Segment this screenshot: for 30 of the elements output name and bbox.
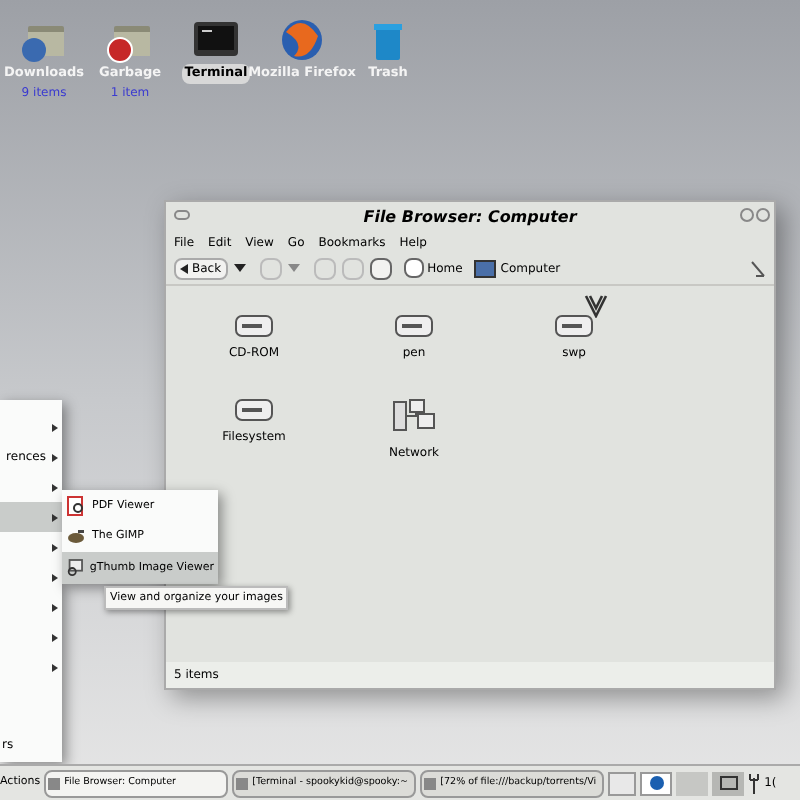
submenu-arrow-icon — [52, 663, 58, 671]
forward-button[interactable] — [259, 257, 282, 279]
left-arrow-icon — [180, 263, 188, 273]
computer-icon — [474, 259, 497, 277]
window-controls-icon[interactable] — [740, 208, 770, 222]
submenu-arrow-icon — [52, 453, 58, 461]
plug-icon — [748, 773, 761, 793]
dropdown-icon[interactable] — [233, 264, 246, 272]
window-icon — [48, 777, 61, 789]
image-viewer-icon — [66, 557, 84, 578]
drive-icon — [234, 398, 274, 422]
reload-button[interactable] — [369, 257, 392, 279]
up-button[interactable] — [313, 257, 336, 279]
window-title: File Browser: Computer — [363, 205, 577, 229]
window-icon — [236, 777, 249, 789]
drive-icon — [394, 314, 434, 338]
submenu-arrow-icon — [52, 573, 58, 581]
submenu-arrow-icon — [52, 483, 58, 491]
drive-icon — [234, 314, 274, 338]
submenu-arrow-icon — [52, 543, 58, 551]
emblem-icon — [584, 294, 608, 318]
submenu-arrow-icon — [52, 633, 58, 641]
menu-entry[interactable] — [0, 502, 62, 532]
window-icon — [424, 777, 437, 789]
submenu-arrow-icon — [52, 423, 58, 431]
submenu-arrow-icon — [52, 603, 58, 611]
submenu-arrow-icon — [52, 513, 58, 521]
workspace-button[interactable] — [712, 771, 745, 795]
drive-icon — [554, 314, 594, 338]
window-menu-icon[interactable] — [174, 210, 190, 220]
